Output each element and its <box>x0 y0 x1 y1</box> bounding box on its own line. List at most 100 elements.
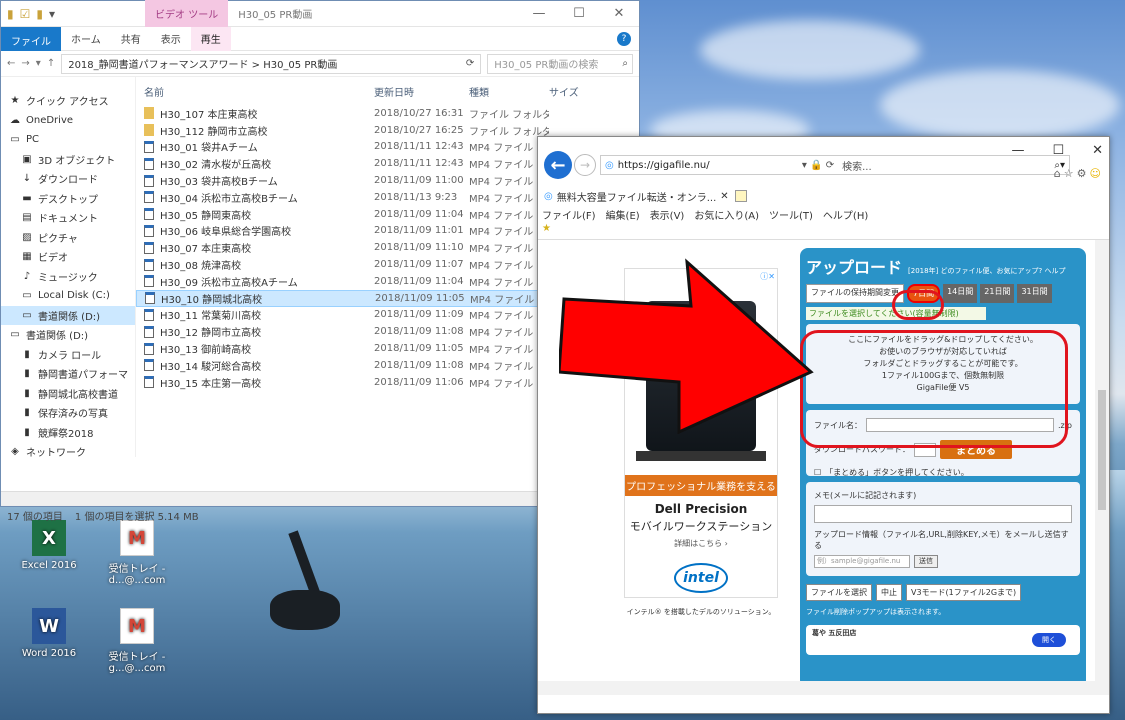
retention-change-button[interactable]: ファイルの保持期間変更 <box>806 284 904 303</box>
column-type[interactable]: 種類 <box>469 84 549 99</box>
menu-item[interactable]: ファイル(F) <box>542 207 596 222</box>
sidebar-item[interactable]: ▦ ビデオ <box>1 247 135 267</box>
vertical-scrollbar[interactable] <box>1095 240 1109 695</box>
new-tab-button[interactable] <box>734 190 747 202</box>
help-icon[interactable]: ? <box>617 31 631 46</box>
url-bar[interactable]: ◎ https://gigafile.nu/ ▾ 🔒 ⟳ 検索... ⌕▾ <box>600 155 1070 175</box>
video-file-icon <box>144 342 154 355</box>
checkbox-icon[interactable]: ☐ <box>814 468 821 477</box>
column-date[interactable]: 更新日時 <box>374 84 469 99</box>
maximize-icon[interactable]: ☐ <box>1052 143 1064 158</box>
horizontal-scrollbar[interactable] <box>538 681 1095 695</box>
minimize-icon[interactable]: — <box>519 6 559 21</box>
back-arrow-icon[interactable]: ← <box>7 58 15 69</box>
sidebar-item[interactable]: ▣ 3D オブジェクト <box>1 150 135 170</box>
table-row[interactable]: H30_107 本庄東高校 2018/10/27 16:31 ファイル フォルダー <box>136 105 639 122</box>
scroll-thumb[interactable] <box>1098 390 1106 510</box>
video-tools-context-tab[interactable]: ビデオ ツール <box>145 0 229 27</box>
browser-search[interactable]: 検索... <box>842 158 962 173</box>
forward-button[interactable]: → <box>574 154 596 176</box>
browser-tab[interactable]: ◎ 無料大容量ファイル転送・オンラ... ✕ <box>544 189 729 204</box>
desktop-icon-excel[interactable]: X Excel 2016 <box>4 520 94 571</box>
favorites-star-icon[interactable]: ★ <box>542 223 551 234</box>
search-box[interactable]: H30_05 PR動画の検索 ⌕ <box>487 53 633 74</box>
nav-icon: ♪ <box>23 270 31 282</box>
forward-arrow-icon[interactable]: → <box>21 58 29 69</box>
sidebar-item[interactable]: ▭ PC <box>1 130 135 150</box>
file-name-cell: H30_05 静岡東高校 <box>136 207 374 222</box>
chevron-down-icon[interactable]: ▾ <box>36 58 41 69</box>
choose-file-button[interactable]: ファイルを選択 <box>806 584 872 601</box>
sidebar-item-label: ネットワーク <box>26 448 86 460</box>
address-bar[interactable]: 2018_静岡書道パフォーマンスアワード > H30_05 PR動画 ⟳ <box>61 53 482 74</box>
sidebar-item[interactable]: ▭ 書道関係 (D:) <box>1 305 135 325</box>
sidebar-item[interactable]: ▮ 静岡城北高校書道 <box>1 384 135 404</box>
menu-item[interactable]: お気に入り(A) <box>694 207 759 222</box>
sidebar-item[interactable]: ▮ カメラ ロール <box>1 345 135 365</box>
menu-item[interactable]: 編集(E) <box>606 207 640 222</box>
column-name[interactable]: 名前 <box>136 84 374 99</box>
gear-icon[interactable]: ⚙ <box>1077 167 1087 180</box>
maximize-icon[interactable]: ☐ <box>559 6 599 21</box>
folder-icon[interactable]: ▮ <box>36 7 43 21</box>
sidebar-item[interactable]: ◈ ネットワーク <box>1 442 135 462</box>
column-headers: 名前 更新日時 種類 サイズ <box>136 77 639 105</box>
sidebar-item[interactable]: ▭ 書道関係 (D:) <box>1 325 135 345</box>
sidebar-item[interactable]: ♪ ミュージック <box>1 267 135 287</box>
tab-31-days[interactable]: 31日間 <box>1017 284 1052 303</box>
sidebar-item[interactable]: ★ クイック アクセス <box>1 91 135 111</box>
tab-14-days[interactable]: 14日間 <box>943 284 978 303</box>
upload-title: アップロード <box>806 258 903 277</box>
folder-icon[interactable]: ▮ <box>7 7 14 21</box>
sidebar-item[interactable]: ▤ ドキュメント <box>1 208 135 228</box>
ad-link[interactable]: 詳細はこちら › <box>625 538 777 549</box>
tab-view[interactable]: 表示 <box>151 31 191 46</box>
chevron-down-icon[interactable]: ▾ <box>49 7 55 21</box>
ad-footer: インテル® を搭載したデルのソリューション。 <box>626 608 776 616</box>
video-file-icon <box>144 208 154 221</box>
store-ad[interactable]: 葛や 五反田店 開く <box>806 625 1080 655</box>
star-icon[interactable]: ☆ <box>1064 167 1074 180</box>
word-icon: W <box>32 608 66 644</box>
file-date: 2018/11/13 9:23 <box>374 191 458 203</box>
sidebar-item[interactable]: ▨ ピクチャ <box>1 228 135 248</box>
tab-file[interactable]: ファイル <box>1 26 61 51</box>
v3-mode-button[interactable]: V3モード(1ファイル2Gまで) <box>906 584 1022 601</box>
checkbox-icon[interactable]: ☑ <box>20 7 31 21</box>
tab-21-days[interactable]: 21日間 <box>980 284 1015 303</box>
up-arrow-icon[interactable]: ↑ <box>47 58 55 69</box>
sidebar-item[interactable]: ☁ OneDrive <box>1 111 135 131</box>
email-field[interactable]: 例）sample@gigafile.nu <box>814 555 910 568</box>
column-size[interactable]: サイズ <box>549 84 609 99</box>
menu-item[interactable]: 表示(V) <box>650 207 685 222</box>
close-icon[interactable]: ✕ <box>1092 143 1103 158</box>
menu-item[interactable]: ツール(T) <box>769 207 813 222</box>
store-open-button[interactable]: 開く <box>1032 633 1066 647</box>
back-button[interactable]: ← <box>544 151 572 179</box>
home-icon[interactable]: ⌂ <box>1054 167 1061 180</box>
sidebar-item[interactable]: ↓ ダウンロード <box>1 169 135 189</box>
desktop-icon-mail-2[interactable]: M 受信トレイ - g...@...com <box>92 608 182 674</box>
desktop-icon-word[interactable]: W Word 2016 <box>4 608 94 659</box>
menu-item[interactable]: ヘルプ(H) <box>823 207 868 222</box>
send-button[interactable]: 送信 <box>914 555 938 568</box>
cancel-button[interactable]: 中止 <box>876 584 902 601</box>
refresh-icon[interactable]: ⟳ <box>466 58 480 69</box>
file-date: 2018/10/27 16:31 <box>374 107 464 119</box>
close-icon[interactable]: ✕ <box>599 6 639 21</box>
file-name-cell: H30_07 本庄東高校 <box>136 240 374 255</box>
minimize-icon[interactable]: — <box>1011 143 1024 158</box>
close-icon[interactable]: ✕ <box>720 191 728 202</box>
sidebar-item-label: 3D オブジェクト <box>38 155 116 167</box>
sidebar-item[interactable]: ▭ Local Disk (C:) <box>1 286 135 306</box>
tab-home[interactable]: ホーム <box>61 31 111 46</box>
smiley-icon[interactable]: ☺ <box>1090 167 1101 180</box>
sidebar-item[interactable]: ▮ 保存済みの写真 <box>1 403 135 423</box>
memo-input[interactable] <box>814 505 1072 523</box>
tab-play[interactable]: 再生 <box>190 26 231 51</box>
desktop-icon-mail-1[interactable]: M 受信トレイ - d...@...com <box>92 520 182 586</box>
sidebar-item[interactable]: ▬ デスクトップ <box>1 189 135 209</box>
sidebar-item[interactable]: ▮ 競輝祭2018 <box>1 423 135 443</box>
tab-share[interactable]: 共有 <box>111 31 151 46</box>
sidebar-item[interactable]: ▮ 静岡書道パフォーマ <box>1 364 135 384</box>
